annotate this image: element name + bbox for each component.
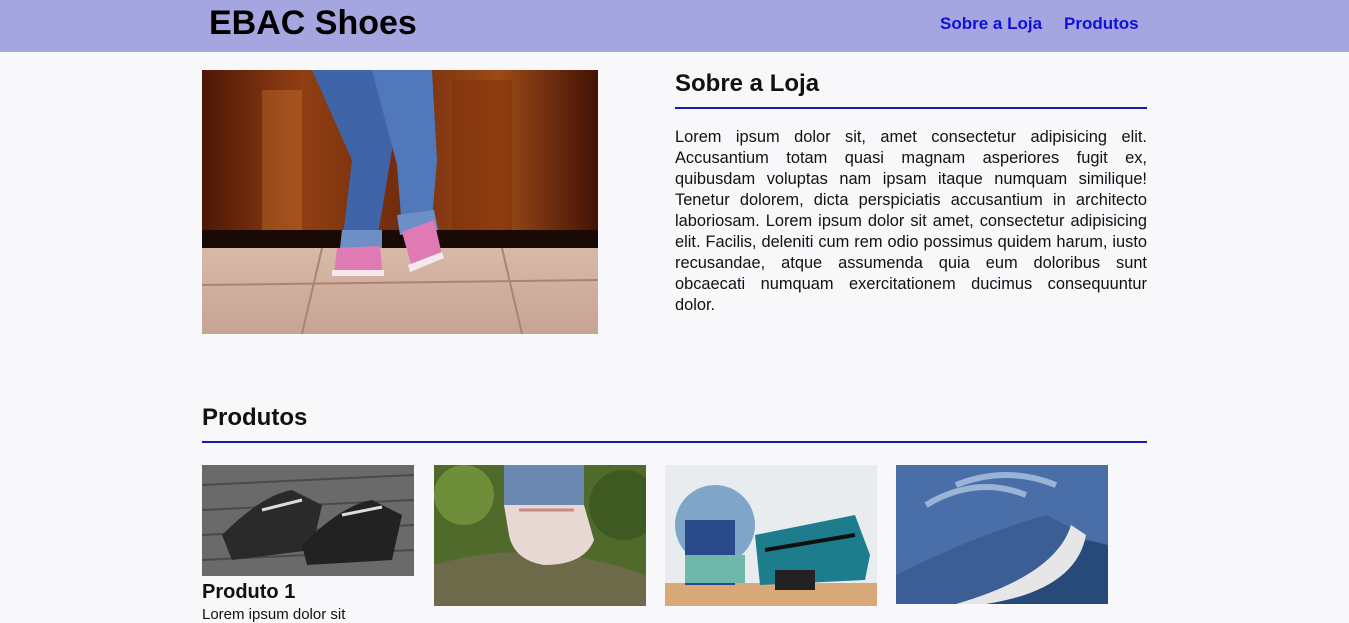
brand-logo[interactable]: EBAC Shoes bbox=[209, 4, 417, 43]
main-nav: Sobre a Loja Produtos bbox=[940, 14, 1139, 34]
about-title: Sobre a Loja bbox=[675, 70, 1147, 109]
product-image-2 bbox=[434, 465, 646, 606]
product-image-3 bbox=[665, 465, 877, 606]
about-section: Sobre a Loja Lorem ipsum dolor sit, amet… bbox=[675, 70, 1147, 316]
nav-link-sobre[interactable]: Sobre a Loja bbox=[940, 14, 1042, 34]
products-section: Produtos bbox=[202, 404, 1147, 443]
product-card-4[interactable] bbox=[896, 465, 1108, 604]
product-card-2[interactable] bbox=[434, 465, 646, 606]
site-header: EBAC Shoes Sobre a Loja Produtos bbox=[0, 0, 1349, 52]
hero-image bbox=[202, 70, 598, 334]
product-image-4 bbox=[896, 465, 1108, 604]
product-image-1 bbox=[202, 465, 414, 576]
product-card-3[interactable] bbox=[665, 465, 877, 606]
nav-link-produtos[interactable]: Produtos bbox=[1064, 14, 1139, 34]
about-text: Lorem ipsum dolor sit, amet consectetur … bbox=[675, 128, 1147, 314]
product-card-1[interactable]: Produto 1 Lorem ipsum dolor sit bbox=[202, 465, 414, 623]
product-title-1: Produto 1 bbox=[202, 581, 296, 603]
products-title: Produtos bbox=[202, 404, 1147, 443]
product-desc-1: Lorem ipsum dolor sit bbox=[202, 606, 346, 623]
